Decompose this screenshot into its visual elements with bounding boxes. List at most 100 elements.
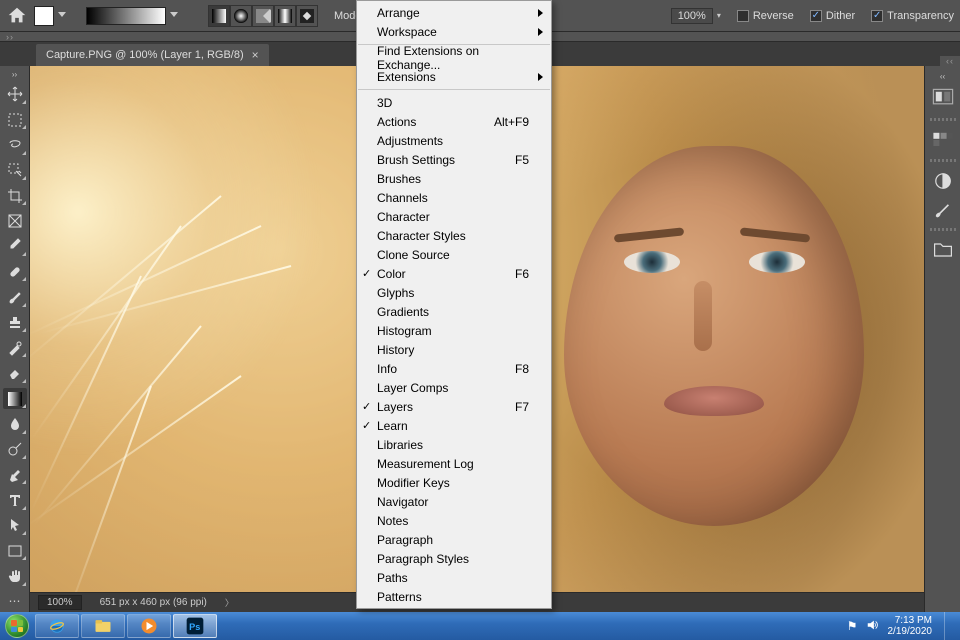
window-menu: ArrangeWorkspace Find Extensions on Exch… — [356, 0, 552, 609]
tool-stamp[interactable] — [3, 312, 27, 333]
document-tab[interactable]: Capture.PNG @ 100% (Layer 1, RGB/8) × — [36, 44, 269, 66]
panel-swatches-icon[interactable] — [931, 129, 955, 151]
menu-item-info[interactable]: InfoF8 — [357, 359, 551, 378]
zoom-field[interactable]: 100% — [38, 595, 82, 610]
taskbar: Ps ⚑ 7:13 PM 2/19/2020 — [0, 612, 960, 640]
gradient-preview[interactable] — [80, 7, 166, 25]
tool-eyedropper[interactable] — [3, 236, 27, 257]
taskbar-internet-explorer[interactable] — [35, 614, 79, 638]
dither-checkbox[interactable]: Dither — [810, 10, 855, 22]
tool-healing[interactable] — [3, 261, 27, 282]
svg-text:Ps: Ps — [189, 622, 200, 632]
menu-item-glyphs[interactable]: Glyphs — [357, 283, 551, 302]
tool-history-brush[interactable] — [3, 337, 27, 358]
doc-info: 651 px x 460 px (96 ppi) — [100, 597, 207, 608]
menu-item-paragraph[interactable]: Paragraph — [357, 530, 551, 549]
menu-item-patterns[interactable]: Patterns — [357, 587, 551, 606]
tool-move[interactable] — [3, 84, 27, 105]
menu-item-clone-source[interactable]: Clone Source — [357, 245, 551, 264]
panel-adjustments-icon[interactable] — [931, 170, 955, 192]
menu-item-modifier-keys[interactable]: Modifier Keys — [357, 473, 551, 492]
tray-clock[interactable]: 7:13 PM 2/19/2020 — [888, 615, 933, 637]
menu-item-measurement-log[interactable]: Measurement Log — [357, 454, 551, 473]
tool-lasso[interactable] — [3, 134, 27, 155]
start-button[interactable] — [0, 612, 34, 640]
show-desktop-button[interactable] — [944, 612, 954, 640]
tool-hand[interactable] — [3, 565, 27, 586]
tray-flag-icon[interactable]: ⚑ — [847, 619, 858, 633]
tool-blur[interactable] — [3, 413, 27, 434]
menu-item-character-styles[interactable]: Character Styles — [357, 226, 551, 245]
menu-item-libraries[interactable]: Libraries — [357, 435, 551, 454]
menu-item-navigator[interactable]: Navigator — [357, 492, 551, 511]
foreground-swatch[interactable] — [34, 6, 54, 26]
tool-rectangle[interactable] — [3, 540, 27, 561]
tool-frame[interactable] — [3, 210, 27, 231]
menu-item-brushes[interactable]: Brushes — [357, 169, 551, 188]
menu-item-extensions[interactable]: Extensions — [357, 67, 551, 86]
tool-path-select[interactable] — [3, 515, 27, 536]
tool-brush[interactable] — [3, 286, 27, 307]
status-chevron-icon[interactable]: 〉 — [225, 596, 234, 609]
menu-item-layer-comps[interactable]: Layer Comps — [357, 378, 551, 397]
tools-collapse[interactable]: ›› — [3, 70, 27, 80]
gradient-type-group — [208, 5, 318, 27]
menu-item-color[interactable]: ✓ColorF6 — [357, 264, 551, 283]
tool-quick-select[interactable] — [3, 160, 27, 181]
close-icon[interactable]: × — [252, 48, 259, 62]
menu-item-3d[interactable]: 3D — [357, 93, 551, 112]
panels-expand[interactable]: ‹‹ — [931, 72, 955, 82]
tray-time: 7:13 PM — [895, 615, 932, 626]
tray-date: 2/19/2020 — [888, 626, 933, 637]
menu-item-notes[interactable]: Notes — [357, 511, 551, 530]
opacity-value: 100% — [671, 8, 713, 24]
tray-volume-icon[interactable] — [866, 618, 880, 635]
menu-item-layers[interactable]: ✓LayersF7 — [357, 397, 551, 416]
menu-item-workspace[interactable]: Workspace — [357, 22, 551, 41]
menu-item-learn[interactable]: ✓Learn — [357, 416, 551, 435]
tool-eraser[interactable] — [3, 362, 27, 383]
document-tab-title: Capture.PNG @ 100% (Layer 1, RGB/8) — [46, 49, 244, 61]
reverse-label: Reverse — [753, 10, 794, 22]
tool-marquee[interactable] — [3, 109, 27, 130]
tool-dodge[interactable] — [3, 439, 27, 460]
reverse-checkbox[interactable]: Reverse — [737, 10, 794, 22]
panel-libraries-icon[interactable] — [931, 239, 955, 261]
menu-item-find-extensions-on-exchange-[interactable]: Find Extensions on Exchange... — [357, 48, 551, 67]
dither-label: Dither — [826, 10, 855, 22]
transparency-checkbox[interactable]: Transparency — [871, 10, 954, 22]
menu-item-channels[interactable]: Channels — [357, 188, 551, 207]
menu-item-histogram[interactable]: Histogram — [357, 321, 551, 340]
tool-pen[interactable] — [3, 464, 27, 485]
gradient-linear-button[interactable] — [208, 5, 230, 27]
tool-type[interactable] — [3, 489, 27, 510]
gradient-radial-button[interactable] — [230, 5, 252, 27]
menu-item-actions[interactable]: ActionsAlt+F9 — [357, 112, 551, 131]
menu-item-arrange[interactable]: Arrange — [357, 3, 551, 22]
menu-item-history[interactable]: History — [357, 340, 551, 359]
panel-color-icon[interactable] — [931, 88, 955, 110]
taskbar-media-player[interactable] — [127, 614, 171, 638]
tool-crop[interactable] — [3, 185, 27, 206]
gradient-angle-button[interactable] — [252, 5, 274, 27]
right-panels: ‹‹ — [924, 66, 960, 612]
tools-panel: ›› ⋯ — [0, 66, 30, 612]
menu-item-adjustments[interactable]: Adjustments — [357, 131, 551, 150]
menu-item-paths[interactable]: Paths — [357, 568, 551, 587]
gradient-diamond-button[interactable] — [296, 5, 318, 27]
transparency-label: Transparency — [887, 10, 954, 22]
opacity-dropdown[interactable]: 100% ▾ — [671, 8, 721, 24]
system-tray: ⚑ 7:13 PM 2/19/2020 — [837, 612, 960, 640]
gradient-reflected-button[interactable] — [274, 5, 296, 27]
taskbar-photoshop[interactable]: Ps — [173, 614, 217, 638]
panel-brush-icon[interactable] — [931, 198, 955, 220]
menu-item-gradients[interactable]: Gradients — [357, 302, 551, 321]
taskbar-file-explorer[interactable] — [81, 614, 125, 638]
tool-gradient[interactable] — [3, 388, 27, 409]
menu-item-paragraph-styles[interactable]: Paragraph Styles — [357, 549, 551, 568]
tool-more[interactable]: ⋯ — [3, 591, 27, 612]
menu-item-brush-settings[interactable]: Brush SettingsF5 — [357, 150, 551, 169]
menu-item-character[interactable]: Character — [357, 207, 551, 226]
right-collapse[interactable]: ‹‹ — [940, 56, 960, 66]
home-icon[interactable] — [6, 5, 28, 27]
